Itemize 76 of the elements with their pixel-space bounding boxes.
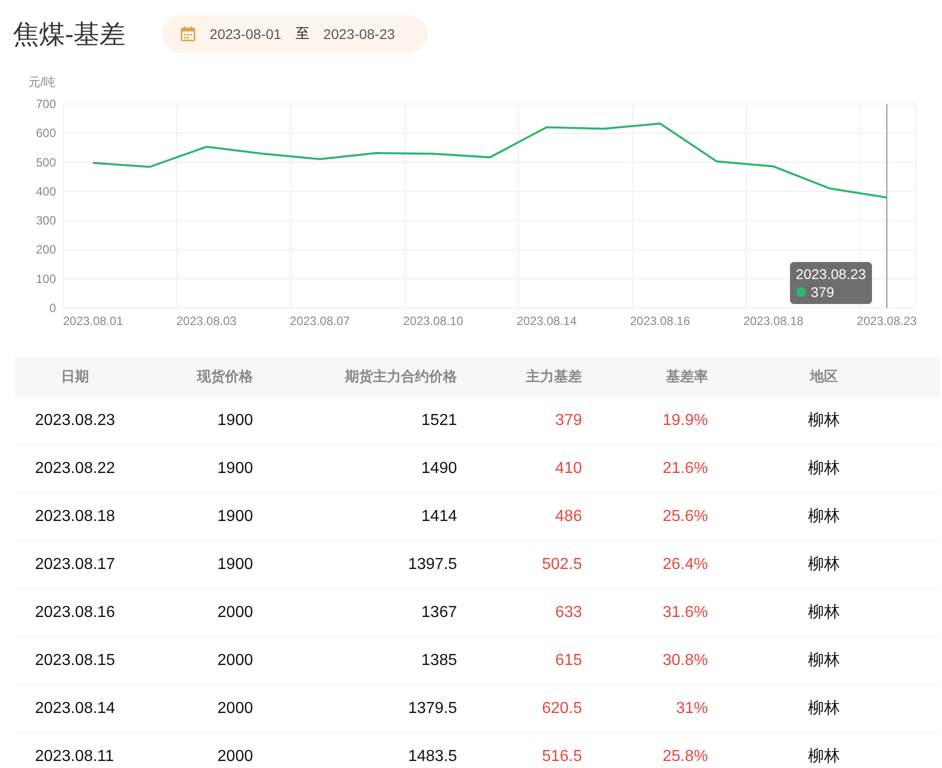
x-axis-label: 2023.08.14 [516,314,577,328]
y-axis-unit: 元/吨 [28,75,56,89]
table-cell-text: 516.5 [540,748,582,766]
x-axis-label: 2023.08.10 [403,314,464,328]
y-axis-label: 0 [49,301,56,315]
calendar-icon [180,26,196,42]
table-cell-text: 410 [554,460,582,478]
column-header: 日期 [60,368,90,386]
table-cell-text: 柳林 [807,698,841,719]
table-cell-text: 19.9% [662,412,708,430]
table-cell-text: 1900 [216,508,253,526]
table-cell-text: 1900 [216,412,253,430]
table-cell-text: 26.4% [662,556,708,574]
tooltip-date: 2023.08.23 [796,266,866,282]
table-cell-text: 柳林 [807,554,841,575]
table-cell-text: 柳林 [807,458,841,479]
table-cell-text: 2023.08.14 [34,700,116,718]
table-cell-text: 615 [554,652,582,670]
table-cell-text: 柳林 [807,410,841,431]
table-cell-text: 1483.5 [407,748,457,766]
table-cell-text: 1385 [420,652,457,670]
table-cell-text: 633 [554,604,582,622]
x-axis-label: 2023.08.23 [856,314,917,328]
table-cell-text: 1379.5 [407,700,457,718]
table-cell-text: 2023.08.22 [34,460,116,478]
table-cell-text: 620.5 [540,700,582,718]
y-axis-label: 700 [36,97,56,111]
table-cell-text: 柳林 [807,650,841,671]
y-axis-label: 400 [36,184,56,198]
table-cell-text: 2023.08.18 [34,508,116,526]
tooltip-value: 379 [810,284,834,300]
table-cell-text: 2000 [216,700,253,718]
x-axis-label: 2023.08.01 [62,314,124,328]
table-cell-text: 1900 [216,460,253,478]
table-cell-text: 1900 [216,556,253,574]
table-cell-text: 21.6% [662,460,708,478]
table-cell-text: 1521 [420,412,457,430]
y-axis-label: 300 [36,214,56,228]
y-axis-label: 200 [36,242,56,257]
table-cell-text: 31% [674,700,708,718]
table-cell-text: 379 [554,412,582,430]
table-cell-text: 2023.08.11 [34,748,115,766]
table-cell-text: 502.5 [540,556,582,574]
table-cell-text: 1414 [420,508,457,526]
table-cell-text: 2023.08.16 [34,604,116,622]
table-cell-text: 2000 [216,652,253,670]
table-cell-text: 25.8% [662,748,708,766]
table-cell-text: 柳林 [807,746,841,767]
x-axis-label: 2023.08.07 [290,314,350,328]
table-cell-text: 31.6% [662,604,708,622]
table-cell-text: 1367 [420,604,457,622]
y-axis-label: 500 [36,155,56,170]
x-axis-label: 2023.08.18 [743,314,804,328]
column-header: 主力基差 [525,368,582,386]
table-cell-text: 1490 [420,460,457,478]
table-cell-text: 2000 [216,748,253,766]
column-header: 基差率 [665,368,708,386]
x-axis-label: 2023.08.16 [630,314,690,328]
page-title: 焦煤-基差 [13,18,126,50]
table-cell-text: 2023.08.15 [34,652,116,670]
table-cell-text: 25.6% [662,508,708,526]
column-header: 现货价格 [196,368,253,386]
table-cell-text: 柳林 [807,602,841,623]
table-cell-text: 2023.08.17 [34,556,116,574]
y-axis-label: 600 [36,126,56,140]
table-cell-text: 486 [554,508,582,526]
date-range-picker[interactable]: 2023-08-01 至 2023-08-23 [162,15,428,53]
column-header: 期货主力合约价格 [344,368,457,386]
table-cell-text: 30.8% [662,652,708,670]
y-axis-label: 100 [36,272,56,286]
column-header: 地区 [808,368,839,386]
table-cell-text: 2000 [216,604,253,622]
table-cell-text: 柳林 [807,506,841,527]
table-cell-text: 1397.5 [407,556,457,574]
table-cell-text: 2023.08.23 [34,412,116,430]
x-axis-label: 2023.08.03 [176,314,236,328]
